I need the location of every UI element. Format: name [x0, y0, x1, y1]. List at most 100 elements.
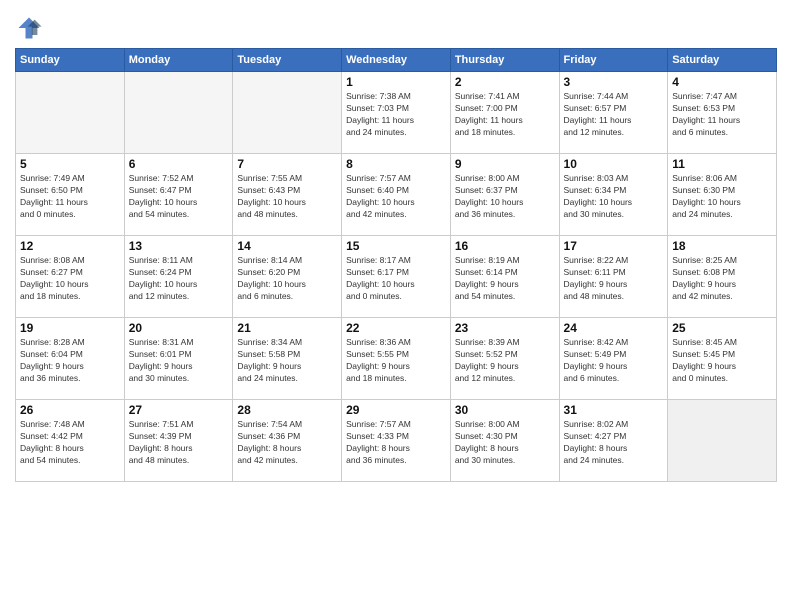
calendar-cell: 11Sunrise: 8:06 AM Sunset: 6:30 PM Dayli…: [668, 154, 777, 236]
day-info: Sunrise: 8:34 AM Sunset: 5:58 PM Dayligh…: [237, 337, 337, 385]
page-container: SundayMondayTuesdayWednesdayThursdayFrid…: [0, 0, 792, 487]
calendar-cell: 15 Sunrise: 8:17 AM Sunset: 6:17 PM Dayli…: [342, 236, 451, 318]
header-row: SundayMondayTuesdayWednesdayThursdayFrid…: [16, 49, 777, 72]
header-day-sunday: Sunday: [16, 49, 125, 72]
header-day-wednesday: Wednesday: [342, 49, 451, 72]
day-number: 5: [20, 157, 120, 171]
week-row-2: 12 Sunrise: 8:08 AM Sunset: 6:27 PM Dayli…: [16, 236, 777, 318]
calendar-cell: 9 Sunrise: 8:00 AM Sunset: 6:37 PM Daylig…: [450, 154, 559, 236]
day-number: 15: [346, 239, 446, 253]
week-row-1: 5 Sunrise: 7:49 AM Sunset: 6:50 PM Daylig…: [16, 154, 777, 236]
day-info: Sunrise: 8:08 AM Sunset: 6:27 PM Dayligh…: [20, 255, 120, 303]
header: [15, 10, 777, 42]
day-number: 31: [564, 403, 664, 417]
calendar-cell: 3 Sunrise: 7:44 AM Sunset: 6:57 PM Daylig…: [559, 72, 668, 154]
day-number: 17: [564, 239, 664, 253]
day-number: 12: [20, 239, 120, 253]
day-number: 14: [237, 239, 337, 253]
day-info: Sunrise: 8:28 AM Sunset: 6:04 PM Dayligh…: [20, 337, 120, 385]
calendar-cell: 18Sunrise: 8:25 AM Sunset: 6:08 PM Dayli…: [668, 236, 777, 318]
calendar-table: SundayMondayTuesdayWednesdayThursdayFrid…: [15, 48, 777, 482]
header-day-saturday: Saturday: [668, 49, 777, 72]
calendar-cell: [668, 400, 777, 482]
day-info: Sunrise: 8:22 AM Sunset: 6:11 PM Dayligh…: [564, 255, 664, 303]
day-info: Sunrise: 7:44 AM Sunset: 6:57 PM Dayligh…: [564, 91, 664, 139]
day-number: 25: [672, 321, 772, 335]
day-info: Sunrise: 8:00 AM Sunset: 4:30 PM Dayligh…: [455, 419, 555, 467]
calendar-cell: 23 Sunrise: 8:39 AM Sunset: 5:52 PM Dayli…: [450, 318, 559, 400]
calendar-cell: 7 Sunrise: 7:55 AM Sunset: 6:43 PM Daylig…: [233, 154, 342, 236]
calendar-cell: 31 Sunrise: 8:02 AM Sunset: 4:27 PM Dayli…: [559, 400, 668, 482]
calendar-cell: 1Sunrise: 7:38 AM Sunset: 7:03 PM Daylig…: [342, 72, 451, 154]
calendar-cell: 26 Sunrise: 7:48 AM Sunset: 4:42 PM Dayli…: [16, 400, 125, 482]
header-day-thursday: Thursday: [450, 49, 559, 72]
day-info: Sunrise: 8:06 AM Sunset: 6:30 PM Dayligh…: [672, 173, 772, 221]
day-info: Sunrise: 8:36 AM Sunset: 5:55 PM Dayligh…: [346, 337, 446, 385]
header-day-friday: Friday: [559, 49, 668, 72]
calendar-cell: 10 Sunrise: 8:03 AM Sunset: 6:34 PM Dayli…: [559, 154, 668, 236]
day-number: 9: [455, 157, 555, 171]
week-row-4: 26 Sunrise: 7:48 AM Sunset: 4:42 PM Dayli…: [16, 400, 777, 482]
week-row-3: 19 Sunrise: 8:28 AM Sunset: 6:04 PM Dayli…: [16, 318, 777, 400]
day-number: 21: [237, 321, 337, 335]
calendar-cell: 14Sunrise: 8:14 AM Sunset: 6:20 PM Dayli…: [233, 236, 342, 318]
day-number: 20: [129, 321, 229, 335]
calendar-cell: 4 Sunrise: 7:47 AM Sunset: 6:53 PM Daylig…: [668, 72, 777, 154]
calendar-cell: 2 Sunrise: 7:41 AM Sunset: 7:00 PM Daylig…: [450, 72, 559, 154]
calendar-cell: 12 Sunrise: 8:08 AM Sunset: 6:27 PM Dayli…: [16, 236, 125, 318]
calendar-cell: 17 Sunrise: 8:22 AM Sunset: 6:11 PM Dayli…: [559, 236, 668, 318]
calendar-cell: 6 Sunrise: 7:52 AM Sunset: 6:47 PM Daylig…: [124, 154, 233, 236]
day-info: Sunrise: 7:49 AM Sunset: 6:50 PM Dayligh…: [20, 173, 120, 221]
day-number: 29: [346, 403, 446, 417]
logo-icon: [15, 14, 43, 42]
day-number: 8: [346, 157, 446, 171]
calendar-cell: 19 Sunrise: 8:28 AM Sunset: 6:04 PM Dayli…: [16, 318, 125, 400]
day-number: 27: [129, 403, 229, 417]
day-number: 26: [20, 403, 120, 417]
logo: [15, 14, 45, 42]
day-number: 1: [346, 75, 446, 89]
day-number: 6: [129, 157, 229, 171]
day-number: 23: [455, 321, 555, 335]
day-number: 4: [672, 75, 772, 89]
day-info: Sunrise: 8:42 AM Sunset: 5:49 PM Dayligh…: [564, 337, 664, 385]
calendar-cell: 21 Sunrise: 8:34 AM Sunset: 5:58 PM Dayli…: [233, 318, 342, 400]
day-number: 28: [237, 403, 337, 417]
day-info: Sunrise: 8:03 AM Sunset: 6:34 PM Dayligh…: [564, 173, 664, 221]
calendar-cell: 28Sunrise: 7:54 AM Sunset: 4:36 PM Dayli…: [233, 400, 342, 482]
day-number: 22: [346, 321, 446, 335]
week-row-0: 1Sunrise: 7:38 AM Sunset: 7:03 PM Daylig…: [16, 72, 777, 154]
day-info: Sunrise: 8:19 AM Sunset: 6:14 PM Dayligh…: [455, 255, 555, 303]
day-number: 19: [20, 321, 120, 335]
day-info: Sunrise: 7:41 AM Sunset: 7:00 PM Dayligh…: [455, 91, 555, 139]
calendar-cell: [16, 72, 125, 154]
day-number: 13: [129, 239, 229, 253]
day-info: Sunrise: 7:57 AM Sunset: 6:40 PM Dayligh…: [346, 173, 446, 221]
day-info: Sunrise: 8:39 AM Sunset: 5:52 PM Dayligh…: [455, 337, 555, 385]
day-info: Sunrise: 8:45 AM Sunset: 5:45 PM Dayligh…: [672, 337, 772, 385]
day-info: Sunrise: 7:52 AM Sunset: 6:47 PM Dayligh…: [129, 173, 229, 221]
day-info: Sunrise: 7:48 AM Sunset: 4:42 PM Dayligh…: [20, 419, 120, 467]
day-info: Sunrise: 7:57 AM Sunset: 4:33 PM Dayligh…: [346, 419, 446, 467]
calendar-cell: 25 Sunrise: 8:45 AM Sunset: 5:45 PM Dayli…: [668, 318, 777, 400]
calendar-cell: 5 Sunrise: 7:49 AM Sunset: 6:50 PM Daylig…: [16, 154, 125, 236]
header-day-tuesday: Tuesday: [233, 49, 342, 72]
day-number: 3: [564, 75, 664, 89]
day-number: 7: [237, 157, 337, 171]
day-info: Sunrise: 7:47 AM Sunset: 6:53 PM Dayligh…: [672, 91, 772, 139]
calendar-cell: 30 Sunrise: 8:00 AM Sunset: 4:30 PM Dayli…: [450, 400, 559, 482]
day-info: Sunrise: 8:00 AM Sunset: 6:37 PM Dayligh…: [455, 173, 555, 221]
day-info: Sunrise: 8:17 AM Sunset: 6:17 PM Dayligh…: [346, 255, 446, 303]
day-info: Sunrise: 7:51 AM Sunset: 4:39 PM Dayligh…: [129, 419, 229, 467]
day-number: 10: [564, 157, 664, 171]
calendar-cell: 22 Sunrise: 8:36 AM Sunset: 5:55 PM Dayli…: [342, 318, 451, 400]
calendar-cell: [233, 72, 342, 154]
day-number: 2: [455, 75, 555, 89]
day-number: 18: [672, 239, 772, 253]
calendar-cell: 16 Sunrise: 8:19 AM Sunset: 6:14 PM Dayli…: [450, 236, 559, 318]
calendar-cell: [124, 72, 233, 154]
day-number: 16: [455, 239, 555, 253]
day-info: Sunrise: 7:55 AM Sunset: 6:43 PM Dayligh…: [237, 173, 337, 221]
day-info: Sunrise: 8:02 AM Sunset: 4:27 PM Dayligh…: [564, 419, 664, 467]
day-number: 30: [455, 403, 555, 417]
